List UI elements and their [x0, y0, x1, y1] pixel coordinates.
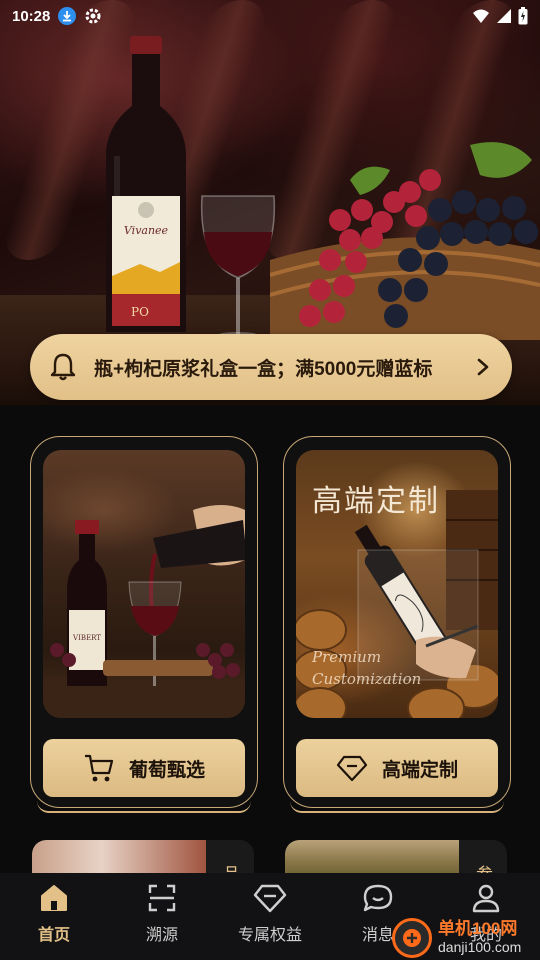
user-icon [469, 881, 503, 915]
watermark-name: 单机100网 [438, 919, 518, 938]
nav-item-home[interactable]: 首页 [0, 873, 108, 960]
message-icon [361, 881, 395, 915]
chevron-right-icon[interactable] [472, 356, 494, 378]
nav-item-trace[interactable]: 溯源 [108, 873, 216, 960]
image-overlay-title: 高端定制 [312, 484, 440, 519]
shopping-cart-icon [84, 754, 114, 782]
watermark-url: danji100.com [438, 939, 522, 955]
image-overlay-subtitle-line1: Premium [312, 648, 382, 666]
product-preview-image [32, 840, 206, 876]
cellar-customization-image: 高端定制 Premium Customization [296, 450, 498, 718]
promotion-notice-bar[interactable]: 瓶+枸杞原浆礼盒一盒；满5000元赠蓝标 [30, 334, 512, 400]
premium-customization-label: 高端定制 [381, 759, 458, 781]
nav-label-messages: 消息 [361, 927, 394, 944]
nav-label-home: 首页 [37, 927, 70, 944]
svg-text:PO: PO [131, 305, 149, 319]
wifi-icon [473, 9, 489, 23]
bell-icon [50, 353, 76, 381]
nav-label-trace: 溯源 [145, 927, 178, 944]
nav-label-benefits: 专属权益 [237, 927, 302, 944]
product-preview-card[interactable]: 品 [32, 840, 254, 876]
premium-customization-button[interactable]: 高端定制 [296, 739, 498, 797]
diamond-icon [336, 755, 368, 782]
vineyard-preview-card[interactable]: 参 [285, 840, 507, 876]
notice-text: 瓶+枸杞原浆礼盒一盒；满5000元赠蓝标 [94, 358, 433, 380]
nav-item-benefits[interactable]: 专属权益 [216, 873, 324, 960]
vineyard-preview-image [285, 840, 459, 876]
scan-icon [145, 881, 179, 915]
grape-selection-button[interactable]: 葡萄甄选 [43, 739, 245, 797]
settings-gear-icon [85, 8, 101, 24]
svg-text:Vivanee: Vivanee [124, 224, 169, 237]
image-overlay-subtitle: Premium Customization [312, 646, 421, 690]
status-indicators [472, 7, 528, 25]
grape-basket-image [270, 142, 540, 340]
wine-bottle-image: Vivanee PO [106, 36, 186, 332]
status-bar: 10:28 [0, 0, 540, 32]
diamond-icon [253, 881, 287, 915]
site-watermark: 单机100网 danji100.com [392, 918, 521, 958]
hero-banner[interactable]: Vivanee PO 10:28 瓶+枸杞原浆礼盒一盒；满5000元赠蓝标 [0, 0, 540, 405]
svg-text:VIBERT: VIBERT [72, 634, 101, 642]
status-time: 10:28 [12, 7, 51, 25]
watermark-logo-icon [392, 918, 432, 958]
image-overlay-subtitle-line2: Customization [312, 670, 422, 688]
home-icon [37, 881, 71, 915]
wine-glass-image [200, 195, 276, 340]
grape-selection-card[interactable]: VIBERT 葡萄甄选 [30, 436, 258, 813]
premium-customization-card[interactable]: 高端定制 Premium Customization 高端定制 [283, 436, 511, 813]
wine-pouring-image: VIBERT [43, 450, 245, 718]
signal-icon [497, 9, 511, 23]
grape-selection-label: 葡萄甄选 [128, 759, 205, 781]
battery-icon [518, 7, 528, 25]
download-icon [58, 7, 77, 25]
